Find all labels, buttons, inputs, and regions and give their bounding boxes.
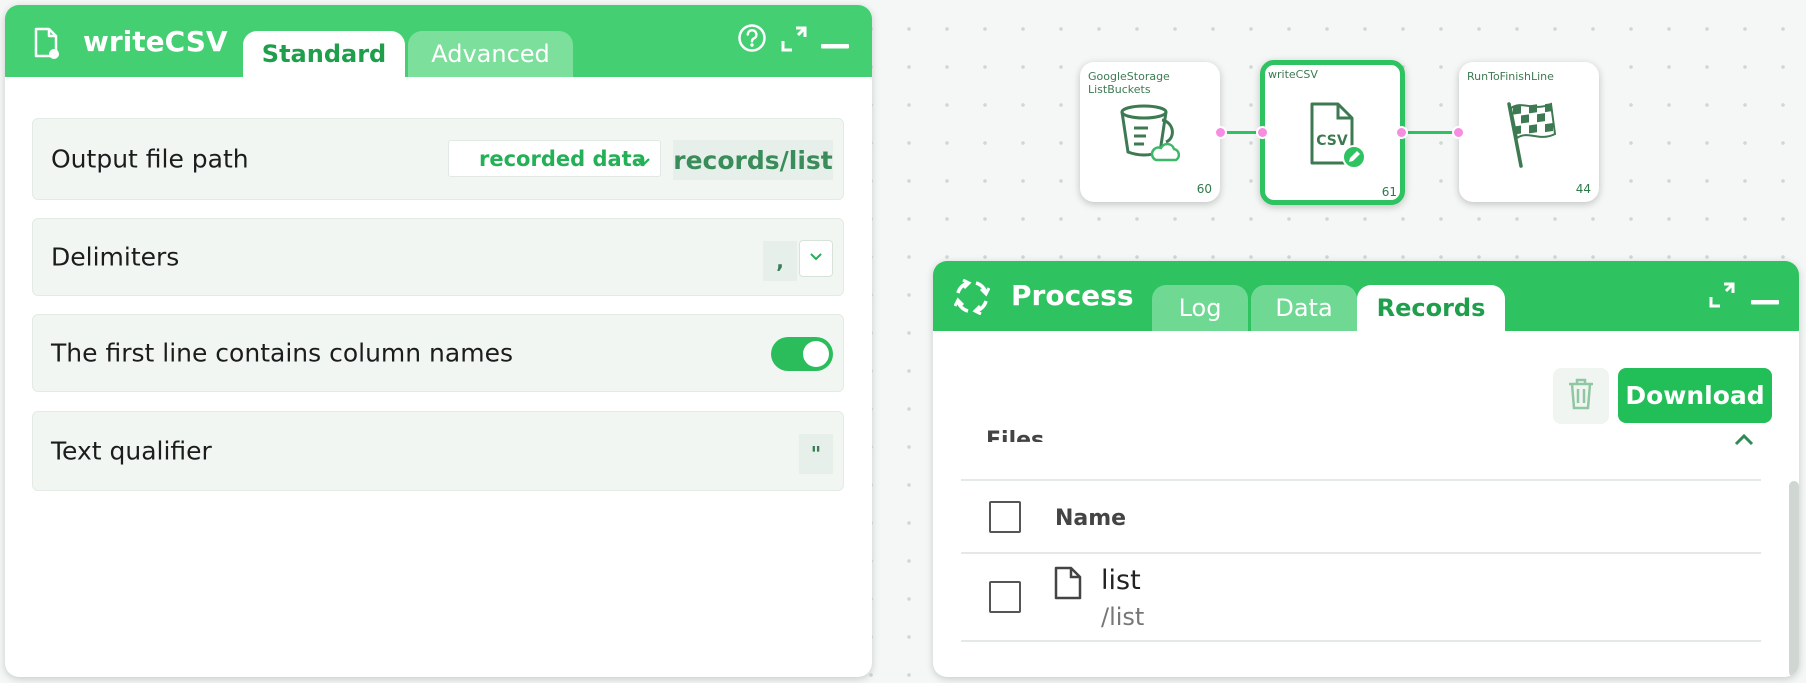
file-icon xyxy=(1053,565,1083,605)
input-port[interactable] xyxy=(1256,126,1269,139)
download-button[interactable]: Download xyxy=(1618,368,1772,423)
text-qualifier-label: Text qualifier xyxy=(51,436,212,466)
node-title: GoogleStorage ListBuckets xyxy=(1088,70,1170,96)
name-column-header[interactable]: Name xyxy=(1055,506,1126,531)
node-run-to-finish-line[interactable]: RunToFinishLine 44 xyxy=(1459,62,1599,202)
delimiters-row: Delimiters , xyxy=(32,218,844,296)
node-number: 44 xyxy=(1575,182,1591,196)
file-path: /list xyxy=(1101,603,1145,631)
bucket-cloud-icon xyxy=(1118,100,1182,168)
chevron-down-icon xyxy=(808,249,824,268)
refresh-icon xyxy=(953,278,991,319)
input-port[interactable] xyxy=(1452,126,1465,139)
output-port[interactable] xyxy=(1214,126,1227,139)
help-icon[interactable] xyxy=(737,23,767,57)
expand-icon[interactable] xyxy=(780,25,808,57)
process-panel: Process Log Data Records Download Files … xyxy=(933,261,1799,677)
process-header: Process Log Data Records xyxy=(933,261,1799,331)
tab-log[interactable]: Log xyxy=(1152,285,1248,331)
output-path-row: Output file path recorded data records/l… xyxy=(32,118,844,200)
panel-title: writeCSV xyxy=(83,25,228,58)
trash-icon xyxy=(1567,378,1595,414)
file-name[interactable]: list xyxy=(1101,565,1141,596)
tab-data[interactable]: Data xyxy=(1251,285,1357,331)
column-names-label: The first line contains column names xyxy=(51,338,513,368)
divider xyxy=(961,552,1761,554)
node-google-storage-list-buckets[interactable]: GoogleStorage ListBuckets 60 xyxy=(1080,62,1220,202)
delimiter-field[interactable]: , xyxy=(763,241,797,281)
source-select-value: recorded data xyxy=(479,146,646,171)
node-title: RunToFinishLine xyxy=(1467,70,1554,83)
delimiters-label: Delimiters xyxy=(51,242,180,272)
chevron-down-icon xyxy=(634,151,652,175)
divider xyxy=(961,640,1761,642)
files-section-title: Files xyxy=(986,428,1045,442)
minimize-icon[interactable] xyxy=(821,35,849,54)
node-number: 60 xyxy=(1196,182,1212,196)
tab-advanced[interactable]: Advanced xyxy=(408,31,573,77)
file-icon xyxy=(33,27,59,63)
row-checkbox[interactable] xyxy=(989,581,1021,613)
toggle-knob xyxy=(803,341,829,367)
minimize-icon[interactable] xyxy=(1751,291,1779,310)
column-names-row: The first line contains column names xyxy=(32,314,844,392)
output-path-field[interactable]: records/list xyxy=(673,140,833,180)
delete-button[interactable] xyxy=(1553,368,1609,424)
text-qualifier-field[interactable]: " xyxy=(799,434,833,474)
node-number: 61 xyxy=(1381,185,1397,199)
text-qualifier-row: Text qualifier " xyxy=(32,411,844,491)
write-csv-panel: writeCSV Standard Advanced Output file p… xyxy=(5,5,872,677)
process-title: Process xyxy=(1011,279,1134,312)
panel-header: writeCSV Standard Advanced xyxy=(5,5,872,77)
svg-text:CSV: CSV xyxy=(1316,133,1348,149)
node-write-csv[interactable]: writeCSV CSV 61 xyxy=(1260,60,1405,205)
node-title: writeCSV xyxy=(1268,68,1318,81)
checkered-flag-icon xyxy=(1503,98,1559,174)
expand-icon[interactable] xyxy=(1708,281,1736,313)
column-names-toggle[interactable] xyxy=(771,337,833,371)
output-port[interactable] xyxy=(1395,126,1408,139)
divider xyxy=(961,479,1761,481)
tab-standard[interactable]: Standard xyxy=(243,31,405,77)
scrollbar[interactable] xyxy=(1789,481,1799,677)
csv-file-icon: CSV xyxy=(1308,101,1368,173)
source-select[interactable]: recorded data xyxy=(448,140,661,177)
output-path-label: Output file path xyxy=(51,144,249,174)
select-all-checkbox[interactable] xyxy=(989,501,1021,533)
chevron-up-icon[interactable] xyxy=(1733,432,1755,452)
delimiter-dropdown-button[interactable] xyxy=(799,240,833,277)
tab-records[interactable]: Records xyxy=(1357,285,1505,331)
